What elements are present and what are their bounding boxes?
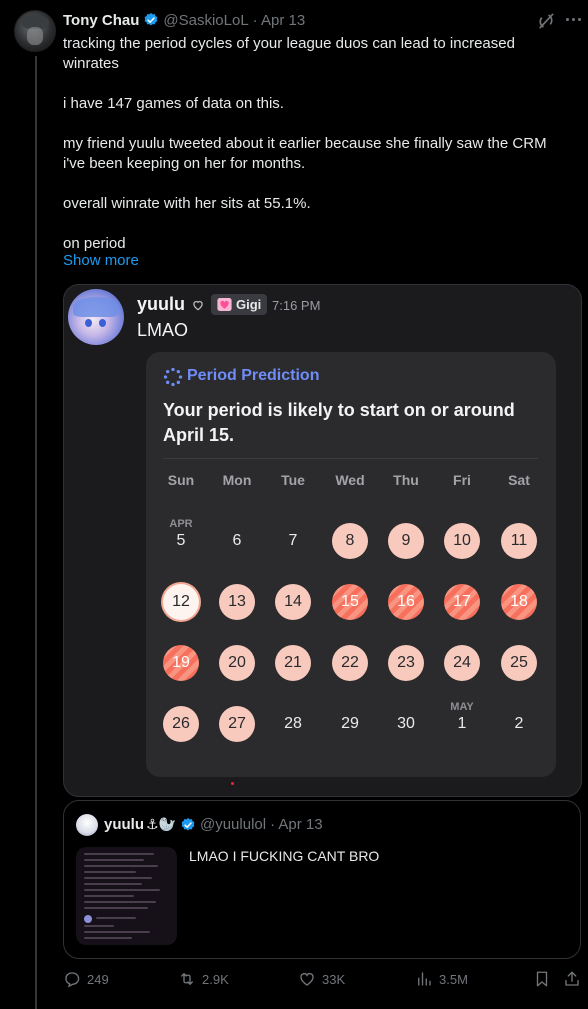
- calendar-day: 29: [341, 715, 359, 732]
- quoted-header: yuulu ⚓🦭 @yuululol · Apr 13: [104, 816, 323, 833]
- share-button[interactable]: [563, 970, 587, 988]
- reply-icon: [65, 972, 80, 988]
- calendar-day: 17: [444, 584, 480, 620]
- weekday-label: Wed: [335, 472, 365, 488]
- calendar-day: 22: [332, 645, 368, 681]
- more-icon[interactable]: [565, 18, 583, 24]
- author-handle[interactable]: @SaskioLoL: [163, 12, 248, 29]
- show-more-link[interactable]: Show more: [63, 252, 139, 269]
- reply-count: 249: [87, 971, 109, 987]
- calendar-day: 18: [501, 584, 537, 620]
- tweet-body-line: overall winrate with her sits at 55.1%.: [63, 195, 311, 212]
- repost-icon: [181, 973, 193, 985]
- quoted-media-thumbnail: [76, 847, 177, 945]
- calendar-day: 10: [444, 523, 480, 559]
- calendar-day: 24: [444, 645, 480, 681]
- spinner-icon: [163, 367, 183, 387]
- calendar-day: 1: [457, 715, 467, 732]
- views-button[interactable]: 3.5M: [415, 970, 468, 988]
- divider: [163, 458, 538, 459]
- discord-role-badge: Gigi: [211, 294, 268, 315]
- discord-username: yuulu: [137, 294, 205, 315]
- calendar-day: 25: [501, 645, 537, 681]
- thread-line: [35, 56, 37, 1009]
- quoted-handle: @yuululol: [199, 816, 267, 833]
- verified-icon: [181, 817, 195, 830]
- tweet-body: tracking the period cycles of your leagu…: [63, 34, 568, 254]
- reply-button[interactable]: 249: [63, 970, 109, 988]
- action-bar: 249 2.9K 33K 3.5M: [63, 970, 580, 992]
- calendar-day: 20: [219, 645, 255, 681]
- calendar-day: 11: [501, 523, 537, 559]
- calendar-day: 9: [388, 523, 424, 559]
- tweet-body-line: tracking the period cycles of your leagu…: [63, 35, 515, 72]
- discord-badge-label: Gigi: [236, 297, 262, 312]
- weekday-label: Thu: [393, 472, 419, 488]
- tweet-body-line: i have 147 games of data on this.: [63, 95, 284, 112]
- quoted-author-name: yuulu: [104, 816, 144, 833]
- page-indicator-dot: [231, 782, 234, 785]
- calendar-day: 12: [163, 584, 199, 620]
- repost-button[interactable]: 2.9K: [178, 970, 229, 988]
- views-count: 3.5M: [439, 971, 468, 987]
- tweet-body-line: my friend yuulu tweeted about it earlier…: [63, 135, 547, 172]
- quoted-text: LMAO I FUCKING CANT BRO: [189, 848, 380, 864]
- repost-count: 2.9K: [202, 971, 229, 987]
- calendar-day: 6: [232, 532, 242, 549]
- tweet-body-line: on period: [63, 235, 126, 252]
- quoted-date: · Apr 13: [270, 816, 323, 833]
- quoted-tweet[interactable]: yuulu ⚓🦭 @yuululol · Apr 13 LMAO I FUCKI…: [63, 800, 581, 959]
- weekday-label: Sat: [508, 472, 530, 488]
- quoted-emoji: ⚓🦭: [146, 816, 176, 832]
- calendar-day: 19: [163, 645, 199, 681]
- calendar-day: 23: [388, 645, 424, 681]
- share-icon: [565, 971, 579, 986]
- tweet-date[interactable]: · Apr 13: [253, 12, 306, 29]
- calendar-day: 13: [219, 584, 255, 620]
- heart-badge-icon: [217, 298, 232, 311]
- calendar-day: 27: [219, 706, 255, 742]
- weekday-label: Fri: [453, 472, 471, 488]
- like-button[interactable]: 33K: [298, 970, 345, 988]
- weekday-label: Sun: [167, 472, 195, 488]
- author-avatar[interactable]: [14, 10, 56, 52]
- calendar-day: 8: [332, 523, 368, 559]
- period-prediction-title: Period Prediction: [187, 367, 320, 384]
- calendar-day: 30: [397, 715, 415, 732]
- calendar-day: 7: [288, 532, 298, 549]
- weekday-label: Tue: [281, 472, 305, 488]
- bookmark-button[interactable]: [533, 970, 557, 988]
- weekday-label: Mon: [222, 472, 252, 488]
- calendar-day: 28: [284, 715, 302, 732]
- discord-timestamp: 7:16 PM: [272, 298, 321, 313]
- author-name[interactable]: Tony Chau: [63, 12, 139, 29]
- calendar-day: 26: [163, 706, 199, 742]
- grok-icon[interactable]: [536, 11, 556, 31]
- like-count: 33K: [322, 971, 346, 987]
- quoted-avatar: [76, 814, 98, 836]
- calendar-day: 21: [275, 645, 311, 681]
- views-icon: [418, 972, 431, 986]
- bookmark-icon: [536, 971, 548, 987]
- calendar-day: 14: [275, 584, 311, 620]
- period-prediction-card: Period Prediction Your period is likely …: [146, 352, 556, 777]
- calendar-day: 2: [514, 715, 524, 732]
- calendar-day: 15: [332, 584, 368, 620]
- tweet-header: Tony Chau @SaskioLoL · Apr 13: [63, 10, 305, 30]
- discord-avatar: [68, 289, 124, 345]
- discord-message: LMAO: [137, 320, 189, 340]
- calendar-day: 5: [176, 532, 186, 549]
- verified-icon: [144, 13, 158, 26]
- heart-outline-icon: [193, 300, 203, 310]
- calendar-day: 16: [388, 584, 424, 620]
- period-headline: Your period is likely to start on or aro…: [163, 400, 515, 445]
- discord-username-text: yuulu: [137, 294, 185, 314]
- like-icon: [300, 973, 314, 986]
- tweet-media-image[interactable]: yuulu Gigi 7:16 PM LMAO Period Predictio…: [63, 284, 582, 797]
